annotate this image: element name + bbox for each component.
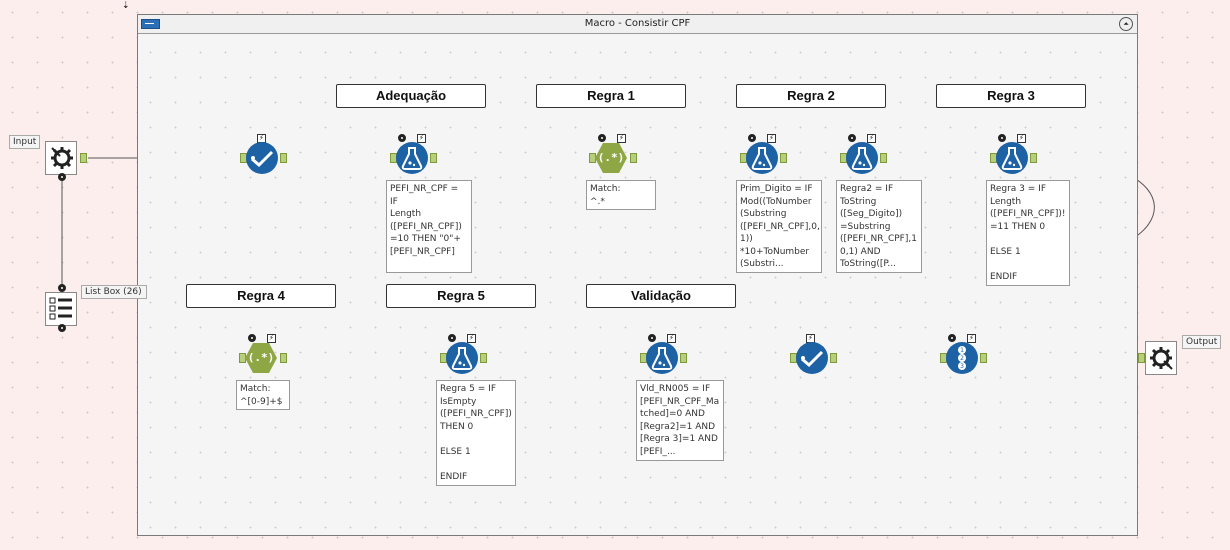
input-badge (58, 173, 66, 181)
gear-output-icon (1150, 347, 1173, 370)
output-tool[interactable] (1145, 341, 1177, 375)
list-box-icon (49, 297, 72, 320)
formula5-annotation: Regra 5 = IF IsEmpty ([PEFI_NR_CPF]) THE… (436, 380, 516, 486)
header-regra4[interactable]: Regra 4 (186, 284, 336, 308)
formula-tool-3[interactable] (846, 142, 878, 174)
flask-icon (651, 347, 673, 370)
macro-titlebar: Macro - Consistir CPF ⏶ (138, 15, 1137, 34)
formula4-badge (998, 134, 1006, 142)
formula4-annotation: Regra 3 = IF Length ([PEFI_NR_CPF])! =11… (986, 180, 1070, 286)
record-id-tool[interactable]: 1 2 3 (946, 342, 978, 374)
gear-input-icon (51, 147, 73, 169)
flask-icon (1001, 147, 1023, 170)
checkmark-icon (801, 350, 824, 368)
output-input-anchor[interactable] (1138, 353, 1145, 363)
formula2-annotation: Prim_Digito = IF Mod((ToNumber (Substrin… (736, 180, 822, 273)
select-tool-1[interactable] (246, 142, 278, 174)
formula-tool-1[interactable] (396, 142, 428, 174)
select2-output-anchor[interactable] (830, 353, 837, 363)
flask-icon (851, 147, 873, 170)
formula4-output-anchor[interactable] (1030, 153, 1037, 163)
input-output-anchor[interactable] (80, 153, 87, 163)
regex2-output-anchor[interactable] (280, 353, 287, 363)
list-box-tool[interactable] (45, 292, 77, 326)
recordid-badge (948, 334, 956, 342)
regex-icon: (.*) (247, 351, 275, 364)
select-tool-2[interactable] (796, 342, 828, 374)
formula1-badge (398, 134, 406, 142)
formula6-output-anchor[interactable] (680, 353, 687, 363)
regex1-badge (598, 134, 606, 142)
formula3-output-anchor[interactable] (880, 153, 887, 163)
header-regra1[interactable]: Regra 1 (536, 84, 686, 108)
flask-icon (451, 347, 473, 370)
macro-icon (141, 19, 160, 29)
recordid-output-anchor[interactable] (980, 353, 987, 363)
formula3-badge (848, 134, 856, 142)
formula1-output-anchor[interactable] (430, 153, 437, 163)
regex2-annotation: Match: ^[0-9]+$ (236, 380, 290, 410)
header-regra5[interactable]: Regra 5 (386, 284, 536, 308)
record-id-icon: 1 2 3 (958, 346, 966, 370)
formula2-badge (748, 134, 756, 142)
formula-tool-6[interactable] (646, 342, 678, 374)
download-icon[interactable]: ⇣ (122, 2, 131, 12)
formula6-annotation: Vld_RN005 = IF [PEFI_NR_CPF_Ma tched]=0 … (636, 380, 724, 461)
listbox-bottom-badge (58, 324, 66, 332)
regex2-badge (248, 334, 256, 342)
formula1-annotation: PEFI_NR_CPF = IF Length ([PEFI_NR_CPF]) … (386, 180, 472, 273)
input-label: Input (9, 135, 41, 149)
checkmark-icon (251, 150, 274, 168)
macro-title: Macro - Consistir CPF (584, 18, 691, 29)
formula-tool-5[interactable] (446, 342, 478, 374)
list-box-label: List Box (26) (81, 285, 147, 299)
formula6-badge (648, 334, 656, 342)
formula5-badge (448, 334, 456, 342)
flask-icon (751, 147, 773, 170)
regex1-output-anchor[interactable] (630, 153, 637, 163)
header-adequacao[interactable]: Adequação (336, 84, 486, 108)
select1-output-anchor[interactable] (280, 153, 287, 163)
header-regra2[interactable]: Regra 2 (736, 84, 886, 108)
formula3-annotation: Regra2 = IF ToString ([Seg_Digito]) =Sub… (836, 180, 922, 273)
listbox-top-badge (58, 284, 66, 292)
regex-icon: (.*) (597, 151, 625, 164)
svg-text:2: 2 (960, 355, 964, 362)
input-tool[interactable] (45, 141, 77, 175)
regex1-annotation: Match: ^.*(.)\1{8,}.*$ (586, 180, 656, 210)
collapse-button[interactable]: ⏶ (1119, 17, 1133, 31)
svg-text:3: 3 (960, 363, 964, 370)
formula2-output-anchor[interactable] (780, 153, 787, 163)
output-label: Output (1182, 335, 1222, 349)
formula-tool-2[interactable] (746, 142, 778, 174)
formula5-output-anchor[interactable] (480, 353, 487, 363)
header-validacao[interactable]: Validação (586, 284, 736, 308)
svg-text:1: 1 (960, 347, 964, 354)
header-regra3[interactable]: Regra 3 (936, 84, 1086, 108)
formula-tool-4[interactable] (996, 142, 1028, 174)
flask-icon (401, 147, 423, 170)
